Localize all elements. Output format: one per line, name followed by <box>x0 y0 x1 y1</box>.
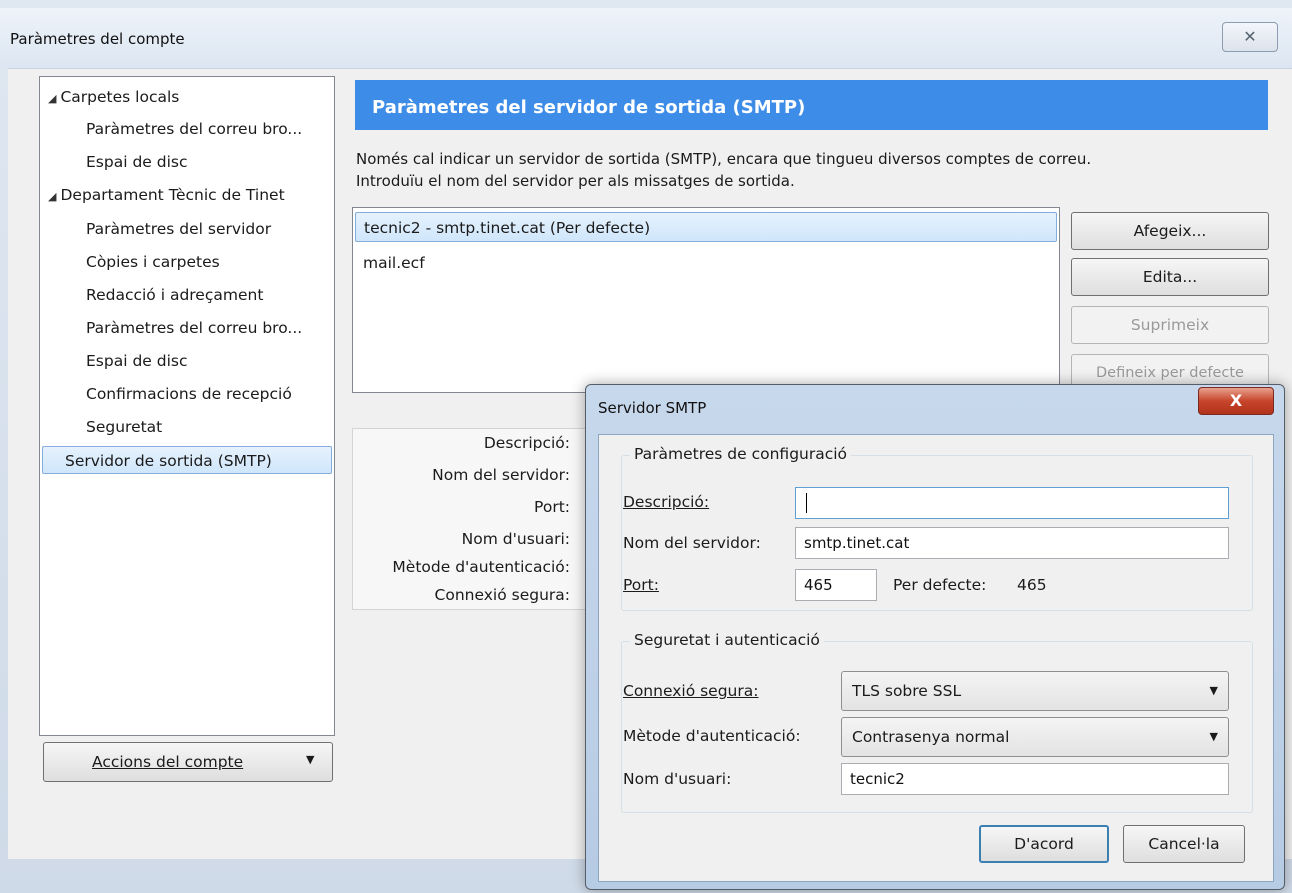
tree-item-junk-settings[interactable]: Paràmetres del correu bro... <box>86 115 302 143</box>
detail-auth-label: Mètode d'autenticació: <box>392 558 570 576</box>
port-input[interactable]: 465 <box>795 569 877 601</box>
cancel-button[interactable]: Cancel·la <box>1123 825 1245 863</box>
account-tree[interactable]: ◢ Carpetes locals Paràmetres del correu b… <box>39 76 335 736</box>
add-button[interactable]: Afegeix... <box>1071 212 1269 250</box>
window-titlebar: Paràmetres del compte ✕ <box>0 8 1292 68</box>
dialog-body: Paràmetres de configuració Descripció: N… <box>598 434 1274 882</box>
panel-intro: Només cal indicar un servidor de sortida… <box>356 148 1266 192</box>
tree-item-disk-space-2[interactable]: Espai de disc <box>86 347 187 375</box>
port-label: Port: <box>623 576 659 594</box>
default-port-value: 465 <box>1017 576 1047 594</box>
detail-description-label: Descripció: <box>483 434 570 452</box>
description-label: Descripció: <box>623 493 710 511</box>
edit-button[interactable]: Edita... <box>1071 258 1269 296</box>
tree-item-account[interactable]: ◢ Departament Tècnic de Tinet <box>48 181 285 209</box>
intro-line-1: Només cal indicar un servidor de sortida… <box>356 150 1092 168</box>
tree-item-junk-settings-2[interactable]: Paràmetres del correu bro... <box>86 314 302 342</box>
description-input[interactable] <box>795 487 1229 519</box>
remove-button[interactable]: Suprimeix <box>1071 306 1269 344</box>
detail-username-label: Nom d'usuari: <box>461 530 570 548</box>
text-caret <box>806 493 807 513</box>
collapse-arrow-icon[interactable]: ◢ <box>48 92 56 105</box>
ok-button[interactable]: D'acord <box>979 825 1109 863</box>
intro-line-2: Introduïu el nom del servidor per als mi… <box>356 172 795 190</box>
smtp-server-list[interactable]: tecnic2 - smtp.tinet.cat (Per defecte) m… <box>352 207 1060 393</box>
smtp-server-dialog: Servidor SMTP X Paràmetres de configurac… <box>585 384 1285 890</box>
server-details-box <box>352 428 592 610</box>
tree-item-server-settings[interactable]: Paràmetres del servidor <box>86 215 271 243</box>
auth-method-label: Mètode d'autenticació: <box>623 727 801 745</box>
username-input[interactable]: tecnic2 <box>841 763 1229 795</box>
panel-header: Paràmetres del servidor de sortida (SMTP… <box>355 80 1268 130</box>
tree-item-security[interactable]: Seguretat <box>86 413 162 441</box>
secure-connection-select[interactable]: TLS sobre SSL ▼ <box>841 671 1229 711</box>
window-title: Paràmetres del compte <box>10 30 185 48</box>
secure-connection-value: TLS sobre SSL <box>852 682 962 700</box>
dropdown-arrow-icon: ▼ <box>1209 730 1218 743</box>
account-actions-button[interactable]: Accions del compte ▼ <box>43 742 333 782</box>
server-name-label: Nom del servidor: <box>623 534 761 552</box>
dialog-title: Servidor SMTP <box>598 399 707 417</box>
dropdown-arrow-icon: ▼ <box>306 753 315 766</box>
config-group-legend: Paràmetres de configuració <box>630 445 852 463</box>
username-label: Nom d'usuari: <box>623 770 732 788</box>
tree-item-disk-space[interactable]: Espai de disc <box>86 148 187 176</box>
collapse-arrow-icon[interactable]: ◢ <box>48 190 56 203</box>
close-icon[interactable]: ✕ <box>1222 22 1278 52</box>
tree-item-outgoing-server[interactable]: Servidor de sortida (SMTP) <box>42 446 332 474</box>
secure-connection-label: Connexió segura: <box>623 682 759 700</box>
close-icon[interactable]: X <box>1198 387 1274 415</box>
detail-server-label: Nom del servidor: <box>432 466 570 484</box>
detail-secure-label: Connexió segura: <box>434 586 570 604</box>
auth-method-select[interactable]: Contrasenya normal ▼ <box>841 717 1229 757</box>
server-list-item[interactable]: tecnic2 - smtp.tinet.cat (Per defecte) <box>355 212 1057 242</box>
account-actions-label: Accions del compte <box>92 753 244 771</box>
default-port-label: Per defecte: <box>893 576 987 594</box>
detail-port-label: Port: <box>534 498 570 516</box>
tree-item-copies-folders[interactable]: Còpies i carpetes <box>86 248 220 276</box>
security-group-legend: Seguretat i autenticació <box>630 631 824 649</box>
tree-item-local-folders[interactable]: ◢ Carpetes locals <box>48 83 179 111</box>
tree-item-return-receipts[interactable]: Confirmacions de recepció <box>86 380 292 408</box>
server-list-item[interactable]: mail.ecf <box>355 248 425 278</box>
auth-method-value: Contrasenya normal <box>852 728 1010 746</box>
server-name-input[interactable]: smtp.tinet.cat <box>795 527 1229 559</box>
dropdown-arrow-icon: ▼ <box>1209 684 1218 697</box>
tree-item-composition[interactable]: Redacció i adreçament <box>86 281 263 309</box>
